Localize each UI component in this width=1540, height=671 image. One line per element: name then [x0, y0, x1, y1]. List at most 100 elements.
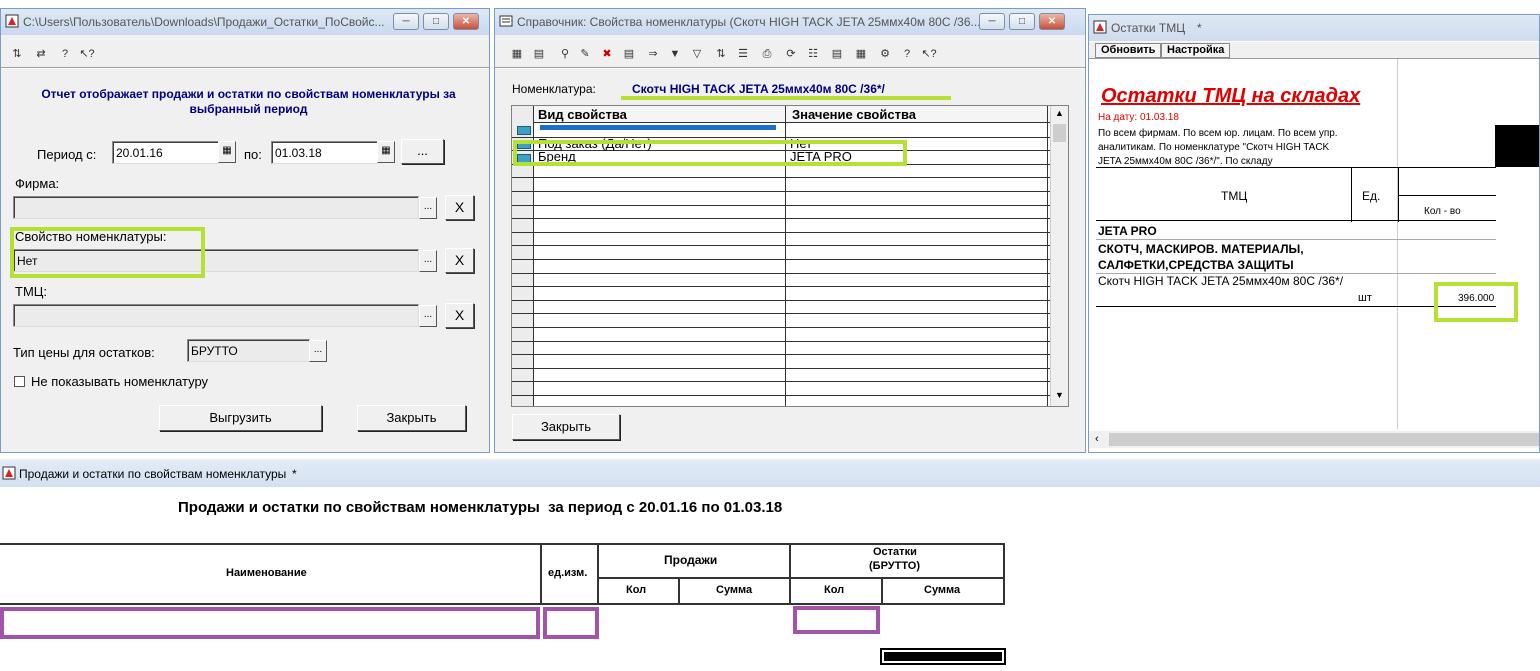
scroll-down-icon[interactable]: ▼ — [1055, 390, 1064, 400]
table-bottom-border — [0, 603, 1005, 605]
hierarchy-icon[interactable]: ▦ — [853, 46, 869, 62]
nomenclature-label: Номенклатура: — [512, 82, 596, 96]
maximize-icon[interactable]: □ — [423, 13, 449, 30]
copy-icon[interactable]: ▤ — [621, 46, 637, 62]
stock-titlebar[interactable]: Остатки ТМЦ * — [1089, 15, 1539, 41]
subheader-divider — [597, 577, 1005, 579]
price-type-select-button[interactable]: ... — [309, 340, 327, 362]
edit-icon[interactable]: ✎ — [577, 46, 593, 62]
sales-report-heading: Продажи и остатки по свойствам номенклат… — [178, 499, 783, 516]
close-button-label: Закрыть — [540, 419, 592, 434]
empty-unit-highlight — [543, 607, 599, 639]
qty-highlight — [1434, 282, 1518, 322]
save-icon[interactable]: ⇄ — [33, 46, 49, 62]
settings-icon[interactable]: ⚙ — [877, 46, 893, 62]
property-select-button[interactable]: ... — [419, 250, 437, 272]
document-icon[interactable]: ▤ — [829, 46, 845, 62]
window-title: Остатки ТМЦ — [1111, 21, 1186, 35]
tree-icon[interactable]: ☰ — [735, 46, 751, 62]
firm-clear-button[interactable]: X — [445, 195, 474, 220]
horizontal-scrollbar[interactable]: ‹ — [1089, 431, 1539, 448]
scroll-thumb[interactable] — [1109, 433, 1539, 446]
tmc-select-button[interactable]: ... — [419, 305, 437, 327]
window-title: C:\Users\Пользователь\Downloads\Продажи_… — [23, 15, 385, 29]
grid-header-col-value[interactable]: Значение свойства — [792, 107, 916, 122]
report-settings-titlebar[interactable]: C:\Users\Пользователь\Downloads\Продажи_… — [1, 9, 489, 35]
grid-row-line — [512, 259, 1052, 260]
filter-icon[interactable]: ▼ — [667, 46, 683, 62]
sales-report-window: Продажи и остатки по свойствам номенклат… — [0, 459, 1540, 671]
filter-off-icon[interactable]: ▽ — [689, 46, 705, 62]
vertical-scrollbar[interactable]: ▲ ▼ — [1050, 106, 1068, 406]
period-select-button[interactable]: ... — [401, 139, 444, 164]
context-help-icon[interactable]: ↖? — [921, 46, 937, 62]
grid-row-line — [512, 286, 1052, 288]
col-stock-sum-header: Сумма — [924, 584, 961, 596]
new-icon[interactable]: ▦ — [509, 46, 525, 62]
print-icon[interactable]: ⎙ — [759, 46, 775, 62]
sales-report-titlebar[interactable]: Продажи и остатки по свойствам номенклат… — [0, 459, 1540, 487]
refresh-tab[interactable]: Обновить — [1095, 43, 1162, 58]
nomenclature-value: Скотч HIGH TACK JETA 25ммх40м 80С /36*/ — [632, 82, 885, 96]
firm-select-button[interactable]: ... — [419, 197, 437, 219]
period-from-field[interactable]: 20.01.16 — [112, 141, 219, 164]
col-divider — [597, 543, 599, 605]
stock-tabbar: Обновить Настройка — [1089, 42, 1539, 59]
new-group-icon[interactable]: ▤ — [531, 46, 547, 62]
grid-header: Вид свойства Значение свойства — [512, 106, 1052, 123]
close-button[interactable]: Закрыть — [357, 405, 466, 431]
col-name-header: Наименование — [226, 567, 307, 579]
calendar-icon[interactable]: ▦ — [377, 141, 395, 163]
period-to-field[interactable]: 01.03.18 — [271, 141, 378, 164]
price-type-field[interactable]: БРУТТО — [187, 339, 310, 362]
empty-name-highlight — [0, 607, 540, 639]
move-icon[interactable]: ⇒ — [645, 46, 661, 62]
settings-tab[interactable]: Настройка — [1161, 43, 1231, 58]
modified-mark: * — [292, 467, 297, 481]
help-icon[interactable]: ? — [899, 46, 915, 62]
find-icon[interactable]: ⚲ — [557, 46, 573, 62]
grid-row-line — [512, 218, 1052, 220]
grid-row-line — [512, 177, 1052, 179]
hide-nomenclature-checkbox[interactable] — [14, 376, 25, 387]
grid-row[interactable] — [512, 123, 1052, 136]
firm-field[interactable] — [13, 196, 419, 219]
scroll-left-icon[interactable]: ‹ — [1095, 433, 1099, 445]
scroll-up-icon[interactable]: ▲ — [1055, 108, 1064, 118]
context-help-icon[interactable]: ↖? — [79, 46, 95, 62]
sort-icon[interactable]: ⇅ — [713, 46, 729, 62]
table-top-border — [0, 543, 1005, 545]
calendar-icon[interactable]: ▦ — [218, 141, 236, 163]
property-clear-button[interactable]: X — [445, 248, 474, 273]
col-divider — [881, 577, 883, 605]
sales-report-title: Продажи и остатки по свойствам номенклат… — [19, 467, 287, 481]
stock-heading: Остатки ТМЦ на складах — [1101, 85, 1361, 107]
firm-label: Фирма: — [15, 176, 60, 191]
grid-header-col-kind[interactable]: Вид свойства — [538, 107, 627, 122]
scroll-thumb[interactable] — [1053, 124, 1066, 142]
delete-icon[interactable]: ✖ — [599, 46, 615, 62]
tmc-clear-button[interactable]: X — [445, 303, 474, 328]
list-icon[interactable]: ☷ — [805, 46, 821, 62]
col-divider — [540, 543, 542, 605]
grid-row-line — [512, 367, 1052, 369]
close-button[interactable]: Закрыть — [512, 414, 620, 440]
export-button[interactable]: Выгрузить — [159, 405, 322, 431]
grid-row-line — [512, 299, 1052, 301]
properties-titlebar[interactable]: Справочник: Свойства номенклатуры (Скотч… — [495, 9, 1085, 35]
app-icon — [1093, 20, 1107, 34]
minimize-icon[interactable]: ─ — [393, 13, 419, 30]
refresh-icon[interactable]: ⟳ — [783, 46, 799, 62]
close-icon[interactable]: ✕ — [453, 13, 479, 30]
stock-window: Остатки ТМЦ * Обновить Настройка Остатки… — [1088, 14, 1540, 453]
minimize-icon[interactable]: ─ — [979, 13, 1005, 30]
report-settings-window: C:\Users\Пользователь\Downloads\Продажи_… — [0, 8, 490, 453]
close-icon[interactable]: ✕ — [1039, 13, 1065, 30]
tmc-field[interactable] — [13, 304, 419, 327]
open-icon[interactable]: ⇅ — [9, 46, 25, 62]
col-sales-header: Продажи — [664, 553, 718, 567]
help-icon[interactable]: ? — [57, 46, 73, 62]
col-divider — [678, 577, 680, 605]
grid-row-line — [512, 340, 1052, 342]
maximize-icon[interactable]: □ — [1009, 13, 1035, 30]
